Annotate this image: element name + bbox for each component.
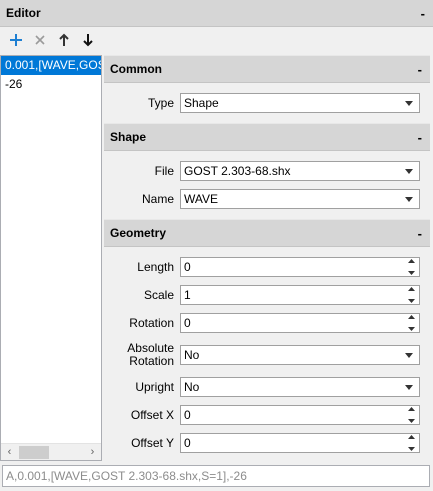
scroll-left-icon[interactable]: ‹ <box>1 444 18 461</box>
name-row: Name WAVE <box>104 185 430 213</box>
length-row: Length 0 <box>104 253 430 281</box>
collapse-icon[interactable]: - <box>418 62 422 77</box>
chevron-down-icon[interactable] <box>403 97 415 109</box>
length-label: Length <box>137 259 174 274</box>
file-value: GOST 2.303-68.shx <box>184 164 291 178</box>
chevron-down-icon[interactable] <box>403 193 415 205</box>
spinner-icon[interactable] <box>405 259 417 275</box>
name-value: WAVE <box>184 192 219 206</box>
rotation-spinbox[interactable]: 0 <box>180 313 420 333</box>
close-icon <box>35 35 45 45</box>
editor-title: Editor <box>6 6 41 20</box>
editor-title-bar: Editor - <box>0 0 433 27</box>
scrollbar-thumb[interactable] <box>19 445 49 459</box>
arrow-down-icon <box>83 34 93 47</box>
rotation-row: Rotation 0 <box>104 309 430 337</box>
scale-label: Scale <box>143 287 174 302</box>
offset-y-spinbox[interactable]: 0 <box>180 433 420 453</box>
arrow-up-icon <box>59 33 69 46</box>
offset-x-value: 0 <box>184 408 191 422</box>
type-label: Type <box>147 95 174 110</box>
chevron-down-icon[interactable] <box>403 349 415 361</box>
editor-toolbar <box>0 27 433 53</box>
chevron-down-icon[interactable] <box>403 381 415 393</box>
scale-row: Scale 1 <box>104 281 430 309</box>
upright-select[interactable]: No <box>180 377 420 397</box>
linetype-elements-list[interactable]: 0.001,[WAVE,GOST 2.303-68.shx,S=1] -26 ‹… <box>0 55 102 461</box>
scale-spinbox[interactable]: 1 <box>180 285 420 305</box>
property-grid: Common - Type Shape Shape - File GOST 2.… <box>104 55 430 461</box>
upright-row: Upright No <box>104 373 430 401</box>
list-item[interactable]: 0.001,[WAVE,GOST 2.303-68.shx,S=1] <box>1 56 101 75</box>
length-spinbox[interactable]: 0 <box>180 257 420 277</box>
delete-button[interactable] <box>28 29 52 51</box>
file-label: File <box>154 163 174 178</box>
move-up-button[interactable] <box>52 29 76 51</box>
absolute-rotation-row: Absolute Rotation No <box>104 337 430 373</box>
offset-y-row: Offset Y 0 <box>104 429 430 457</box>
scrollbar-track[interactable] <box>18 444 84 461</box>
type-row: Type Shape <box>104 89 430 117</box>
add-button[interactable] <box>4 29 28 51</box>
section-title: Geometry <box>110 226 167 240</box>
name-label: Name <box>141 191 174 206</box>
upright-value: No <box>184 380 200 394</box>
spinner-icon[interactable] <box>405 315 417 331</box>
absolute-rotation-label-line2: Rotation <box>129 354 174 368</box>
editor-collapse-button[interactable]: - <box>421 6 425 21</box>
linetype-definition-field[interactable]: A,0.001,[WAVE,GOST 2.303-68.shx,S=1],-26 <box>2 465 430 487</box>
absolute-rotation-value: No <box>184 348 200 362</box>
file-row: File GOST 2.303-68.shx <box>104 157 430 185</box>
upright-label: Upright <box>135 379 174 394</box>
section-title: Common <box>110 62 162 76</box>
plus-icon <box>10 34 22 46</box>
section-geometry-header[interactable]: Geometry - <box>104 219 430 247</box>
section-shape-header[interactable]: Shape - <box>104 123 430 151</box>
type-select[interactable]: Shape <box>180 93 420 113</box>
scroll-right-icon[interactable]: › <box>84 444 101 461</box>
section-title: Shape <box>110 130 147 144</box>
collapse-icon[interactable]: - <box>418 130 422 145</box>
offset-x-row: Offset X 0 <box>104 401 430 429</box>
name-select[interactable]: WAVE <box>180 189 420 209</box>
type-value: Shape <box>184 96 219 110</box>
offset-y-value: 0 <box>184 436 191 450</box>
file-select[interactable]: GOST 2.303-68.shx <box>180 161 420 181</box>
offset-x-spinbox[interactable]: 0 <box>180 405 420 425</box>
absolute-rotation-select[interactable]: No <box>180 345 420 365</box>
spinner-icon[interactable] <box>405 287 417 303</box>
rotation-label: Rotation <box>129 315 174 330</box>
section-common-header[interactable]: Common - <box>104 55 430 83</box>
offset-x-label: Offset X <box>130 407 174 422</box>
chevron-down-icon[interactable] <box>403 165 415 177</box>
move-down-button[interactable] <box>76 29 100 51</box>
offset-y-label: Offset Y <box>131 435 174 450</box>
rotation-value: 0 <box>184 316 191 330</box>
list-item[interactable]: -26 <box>1 75 101 94</box>
spinner-icon[interactable] <box>405 435 417 451</box>
length-value: 0 <box>184 260 191 274</box>
scale-value: 1 <box>184 288 191 302</box>
spinner-icon[interactable] <box>405 407 417 423</box>
collapse-icon[interactable]: - <box>418 226 422 241</box>
absolute-rotation-label: Absolute Rotation <box>127 337 174 373</box>
horizontal-scrollbar[interactable]: ‹ › <box>1 443 101 460</box>
